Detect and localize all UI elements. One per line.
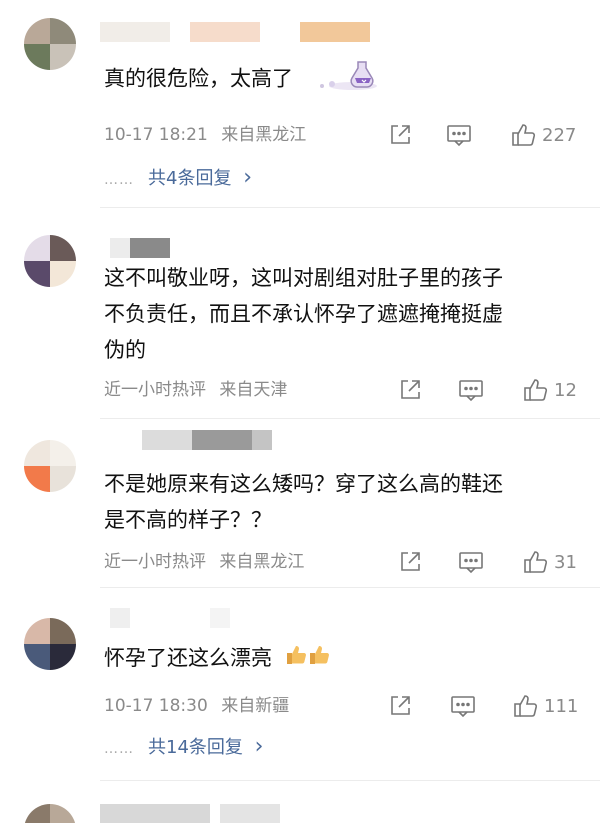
comment-text: 怀孕了还这么漂亮	[104, 640, 331, 677]
comment-icon	[459, 552, 483, 574]
divider	[100, 418, 600, 419]
comment-text: 不是她原来有这么矮吗？穿了这么高的鞋还 是不高的样子？？	[104, 472, 503, 532]
like-count: 227	[542, 124, 577, 146]
avatar[interactable]	[24, 235, 76, 287]
avatar[interactable]	[24, 18, 76, 70]
comment-actions: 31	[388, 548, 588, 576]
comment-time: 近一小时热评	[104, 552, 206, 572]
comment-icon	[447, 125, 471, 147]
comment-time: 10-17 18:21	[104, 125, 208, 145]
comment-meta: 近一小时热评 来自黑龙江	[104, 552, 304, 572]
comment-actions: 111	[388, 692, 588, 720]
comment-meta: 近一小时热评 来自天津	[104, 380, 287, 400]
comment-meta: 10-17 18:21 来自黑龙江	[104, 125, 306, 145]
divider	[100, 207, 600, 208]
share-icon	[391, 696, 410, 715]
comment-time: 10-17 18:30	[104, 696, 208, 716]
like-button[interactable]: 12	[522, 376, 577, 404]
chevron-right-icon: ›	[254, 734, 264, 759]
comment-actions: 227	[388, 121, 588, 149]
like-button[interactable]: 31	[522, 548, 577, 576]
comment-text: 真的很危险，太高了	[104, 56, 378, 103]
comment-text: 这不叫敬业呀，这叫对剧组对肚子里的孩子 不负责任，而且不承认怀孕了遮遮掩掩挺虚 …	[104, 266, 503, 362]
comment-actions: 12	[388, 376, 588, 404]
thumbs-up-icon	[524, 379, 548, 401]
share-button[interactable]	[388, 692, 412, 720]
like-count: 111	[544, 695, 579, 717]
comment-button[interactable]	[458, 548, 484, 576]
comment-item: 不是她原来有这么矮吗？穿了这么高的鞋还 是不高的样子？？ 近一小时热评 来自黑龙…	[0, 420, 600, 590]
comment-icon	[459, 380, 483, 402]
comment-icon	[451, 696, 475, 718]
comment-item: 这不叫敬业呀，这叫对剧组对肚子里的孩子 不负责任，而且不承认怀孕了遮遮掩掩挺虚 …	[0, 210, 600, 420]
like-button[interactable]: 227	[510, 121, 576, 149]
comment-location: 来自新疆	[221, 696, 290, 716]
divider	[100, 780, 600, 781]
like-button[interactable]: 111	[512, 692, 578, 720]
comment-item-partial	[0, 790, 600, 823]
comment-button[interactable]	[446, 121, 472, 149]
like-count: 12	[554, 379, 577, 401]
chevron-right-icon: ›	[243, 165, 252, 190]
potion-sticker-icon	[308, 56, 378, 103]
divider	[100, 587, 600, 588]
comment-item: 真的很危险，太高了 10-17 18:21 来自黑龙江 227 …… 共4条回复…	[0, 0, 600, 210]
thumbs-up-emoji-icon	[285, 641, 331, 677]
like-count: 31	[554, 551, 577, 573]
share-icon	[401, 380, 420, 399]
comment-location: 来自天津	[219, 380, 288, 400]
share-icon	[401, 552, 420, 571]
comment-item: 怀孕了还这么漂亮 10-17 18:30 来自新疆 111 …… 共14条回复 …	[0, 590, 600, 790]
avatar[interactable]	[24, 440, 76, 492]
comment-button[interactable]	[458, 376, 484, 404]
thumbs-up-icon	[524, 551, 548, 573]
share-button[interactable]	[398, 376, 422, 404]
view-replies-link[interactable]: …… 共14条回复 ›	[104, 736, 263, 760]
avatar[interactable]	[24, 804, 76, 823]
comment-location: 来自黑龙江	[219, 552, 305, 572]
share-button[interactable]	[388, 121, 412, 149]
replies-count: 共4条回复	[148, 168, 232, 189]
share-icon	[391, 125, 410, 144]
comment-button[interactable]	[450, 692, 476, 720]
thumbs-up-icon	[514, 695, 538, 717]
thumbs-up-icon	[512, 124, 536, 146]
replies-count: 共14条回复	[148, 737, 243, 758]
share-button[interactable]	[398, 548, 422, 576]
comment-meta: 10-17 18:30 来自新疆	[104, 696, 289, 716]
view-replies-link[interactable]: …… 共4条回复 ›	[104, 167, 252, 191]
comment-time: 近一小时热评	[104, 380, 206, 400]
comment-location: 来自黑龙江	[221, 125, 307, 145]
avatar[interactable]	[24, 618, 76, 670]
